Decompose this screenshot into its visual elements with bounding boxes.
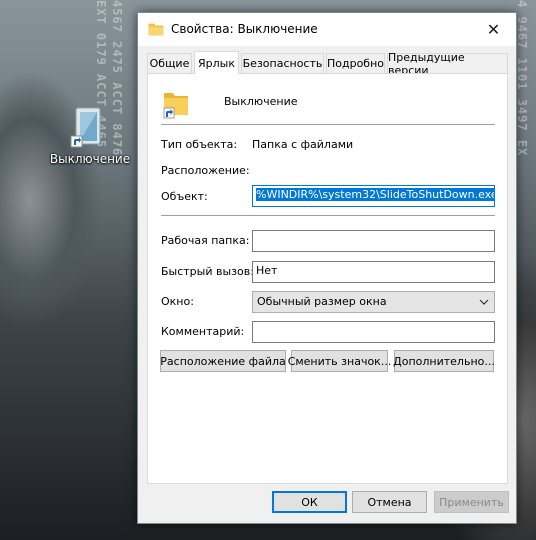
open-file-location-button[interactable]: Расположение файла bbox=[160, 350, 286, 372]
tab-shortcut[interactable]: Ярлык bbox=[194, 51, 239, 74]
properties-dialog: Свойства: Выключение ✕ Общие Ярлык Безоп… bbox=[137, 12, 517, 524]
title-bar[interactable]: Свойства: Выключение ✕ bbox=[138, 13, 516, 46]
run-value: Обычный размер окна bbox=[257, 295, 387, 308]
divider bbox=[161, 124, 495, 125]
change-icon-button[interactable]: Сменить значок... bbox=[288, 350, 391, 372]
shortcut-tab-page: Выключение Тип объекта: Папка с файлами … bbox=[147, 73, 508, 484]
type-label: Тип объекта: bbox=[161, 138, 238, 151]
target-value: %WINDIR%\system32\SlideToShutDown.exe bbox=[256, 188, 494, 201]
ok-button[interactable]: ОК bbox=[272, 491, 347, 513]
desktop-shortcut[interactable]: Выключение bbox=[50, 104, 130, 166]
shortcut-icon bbox=[70, 104, 110, 150]
tab-strip: Общие Ярлык Безопасность Подробно Предыд… bbox=[147, 51, 508, 77]
comment-input[interactable] bbox=[252, 321, 495, 343]
wallpaper-text: 4 9467 1101 3497 EX bbox=[515, 0, 529, 157]
dialog-title: Свойства: Выключение bbox=[171, 22, 318, 36]
start-in-input[interactable] bbox=[252, 230, 495, 252]
target-input[interactable]: %WINDIR%\system32\SlideToShutDown.exe bbox=[252, 185, 495, 207]
target-label: Объект: bbox=[161, 190, 208, 203]
shortcut-folder-icon bbox=[162, 87, 194, 119]
start-in-label: Рабочая папка: bbox=[161, 234, 250, 247]
type-value: Папка с файлами bbox=[252, 138, 354, 151]
tab-previous-versions[interactable]: Предыдущие версии bbox=[387, 51, 508, 77]
shortcut-name: Выключение bbox=[224, 95, 298, 108]
cancel-button[interactable]: Отмена bbox=[352, 491, 427, 513]
divider bbox=[161, 215, 495, 216]
tab-details[interactable]: Подробно bbox=[326, 53, 385, 73]
apply-button[interactable]: Применить bbox=[434, 491, 509, 513]
location-label: Расположение: bbox=[161, 164, 250, 177]
close-icon: ✕ bbox=[486, 20, 501, 39]
run-dropdown[interactable]: Обычный размер окна bbox=[252, 291, 495, 313]
close-button[interactable]: ✕ bbox=[471, 13, 516, 46]
tab-general[interactable]: Общие bbox=[147, 53, 192, 73]
run-label: Окно: bbox=[161, 295, 194, 308]
chevron-down-icon bbox=[479, 297, 489, 307]
hotkey-input[interactable]: Нет bbox=[252, 261, 495, 283]
comment-label: Комментарий: bbox=[161, 325, 245, 338]
advanced-button[interactable]: Дополнительно... bbox=[393, 350, 495, 372]
hotkey-label: Быстрый вызов: bbox=[161, 265, 254, 278]
shortcut-label: Выключение bbox=[49, 152, 131, 166]
tab-security[interactable]: Безопасность bbox=[241, 53, 324, 73]
folder-icon bbox=[148, 21, 164, 37]
